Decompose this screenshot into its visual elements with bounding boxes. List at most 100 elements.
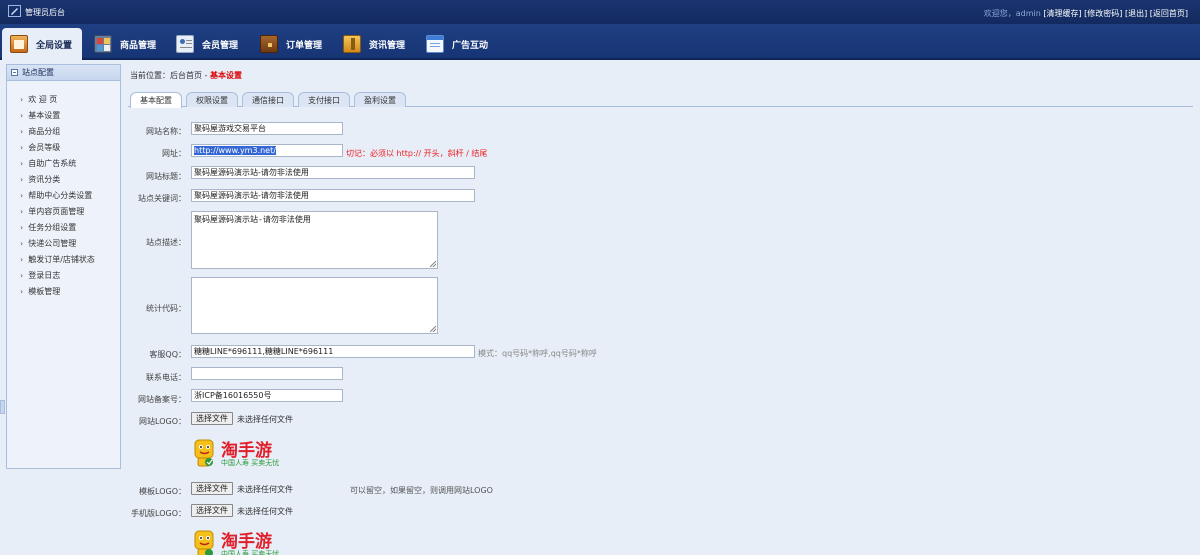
site-name-label: 网站名称： [146,127,186,136]
sidebar-item-order-triggers[interactable]: › 触发订单/店铺状态 [7,251,120,267]
stats-code-textarea[interactable] [191,277,438,334]
sidebar-header[interactable]: 站点配置 [7,65,120,81]
nav-global-settings[interactable]: 全局设置 [2,28,82,60]
breadcrumb-current: 基本设置 [209,71,242,80]
sidebar-toggle[interactable] [0,400,5,414]
sidebar-item-help-categories[interactable]: › 帮助中心分类设置 [7,187,120,203]
url-hint: 切记：必须以 http:// 开头，斜杆 / 结尾 [346,149,488,158]
nav-ads[interactable]: 广告互动 [426,28,488,60]
sidebar-header-label: 站点配置 [22,68,54,77]
news-icon [343,35,361,53]
sidebar-item-single-pages[interactable]: › 单内容页面管理 [7,203,120,219]
member-icon [176,35,194,53]
nav-label: 资讯管理 [369,40,406,51]
sidebar-item-label: 会员等级 [28,142,61,152]
sidebar-item-basic-settings[interactable]: › 基本设置 [7,107,120,123]
sidebar-item-couriers[interactable]: › 快递公司管理 [7,235,120,251]
url-selected-text: http://www.ym3.net/ [194,146,276,155]
chevron-right-icon: › [20,126,24,136]
chevron-right-icon: › [20,190,24,200]
site-logo-label: 网站LOGO： [139,417,186,426]
sidebar-item-label: 登录日志 [28,270,61,280]
sidebar-item-label: 欢 迎 页 [28,94,58,104]
chevron-right-icon: › [20,270,24,280]
tab-payment[interactable]: 支付接口 [298,92,350,107]
breadcrumb: 当前位置：后台首页 - 基本设置 [130,70,242,81]
tab-communication[interactable]: 通信接口 [242,92,294,107]
sidebar-item-member-levels[interactable]: › 会员等级 [7,139,120,155]
site-logo-file-status: 未选择任何文件 [237,415,293,424]
site-title-input[interactable]: 聚码屋源码演示站-请勿非法使用 [191,166,475,179]
url-input[interactable]: http://www.ym3.net/ [191,144,343,157]
keywords-label: 站点关键词： [138,194,186,203]
nav-label: 订单管理 [286,40,323,51]
chevron-right-icon: › [20,158,24,168]
chevron-right-icon: › [20,254,24,264]
qq-input[interactable]: 糖糖LINE*696111,糖糖LINE*696111 [191,345,475,358]
mobile-logo-label: 手机版LOGO： [131,509,186,518]
description-text: 聚码屋源码演示站-请勿非法使用 [194,215,311,224]
sidebar-item-templates[interactable]: › 模板管理 [7,283,120,299]
sidebar-item-goods-groups[interactable]: › 商品分组 [7,123,120,139]
site-title-label: 网站标题： [146,172,186,181]
chevron-right-icon: › [20,142,24,152]
site-logo-file-button[interactable]: 选择文件 [191,412,233,425]
mobile-logo-file-status: 未选择任何文件 [237,507,293,516]
nav-members[interactable]: 会员管理 [176,28,238,60]
change-password-link[interactable]: [修改密码] [1084,9,1122,18]
mascot-icon [194,530,214,555]
settings-tabs: 基本配置 权限设置 通信接口 支付接口 盈利设置 [128,92,1193,108]
collapse-box-icon [11,69,18,76]
qq-hint: 模式：qq号码*称呼,qq号码*称呼 [478,349,597,358]
tab-profit[interactable]: 盈利设置 [354,92,406,107]
tab-permissions[interactable]: 权限设置 [186,92,238,107]
sidebar: 站点配置 › 欢 迎 页 › 基本设置 › 商品分组 › 会员等级 › 自助广告系统 › 资… [6,64,121,469]
home-link[interactable]: [返回首页] [1150,9,1188,18]
sidebar-item-ad-system[interactable]: › 自助广告系统 [7,155,120,171]
top-bar: 管理员后台 欢迎您，admin [清理缓存] [修改密码] [退出] [返回首页… [0,0,1200,24]
sidebar-item-news-categories[interactable]: › 资讯分类 [7,171,120,187]
description-textarea[interactable]: 聚码屋源码演示站-请勿非法使用 [191,211,438,269]
breadcrumb-prefix: 当前位置：后台首页 - [130,71,210,80]
site-name-input[interactable]: 聚码屋游戏交易平台 [191,122,343,135]
logout-link[interactable]: [退出] [1125,9,1147,18]
sidebar-item-label: 模板管理 [28,286,61,296]
nav-orders[interactable]: 订单管理 [260,28,322,60]
sidebar-item-label: 快递公司管理 [28,238,77,248]
chevron-right-icon: › [20,174,24,184]
clear-cache-link[interactable]: [清理缓存] [1043,9,1081,18]
welcome-text: 欢迎您，admin [983,9,1041,18]
phone-input[interactable] [191,367,343,380]
sidebar-item-task-groups[interactable]: › 任务分组设置 [7,219,120,235]
mascot-icon [194,439,214,467]
description-label: 站点描述： [146,238,186,247]
nav-goods[interactable]: 商品管理 [94,28,156,60]
order-icon [260,35,278,53]
goods-icon [94,35,112,53]
template-logo-hint: 可以留空，如果留空，则调用网站LOGO [350,486,493,495]
sidebar-item-login-log[interactable]: › 登录日志 [7,267,120,283]
chevron-right-icon: › [20,286,24,296]
nav-label: 广告互动 [452,40,489,51]
tab-basic-config[interactable]: 基本配置 [130,92,182,108]
site-logo-image: 淘手游 中国人寿 买卖无忧 [193,436,289,470]
nav-label: 全局设置 [36,40,73,51]
settings-icon [10,35,28,53]
template-logo-file-button[interactable]: 选择文件 [191,482,233,495]
keywords-input[interactable]: 聚码屋源码演示站-请勿非法使用 [191,189,475,202]
nav-news[interactable]: 资讯管理 [343,28,405,60]
sidebar-item-welcome[interactable]: › 欢 迎 页 [7,91,120,107]
chevron-right-icon: › [20,110,24,120]
mobile-logo-file-button[interactable]: 选择文件 [191,504,233,517]
icp-input[interactable]: 浙ICP备16016550号 [191,389,343,402]
resize-grip-icon[interactable] [430,326,436,332]
qq-label: 客服QQ： [149,350,186,359]
template-logo-file-status: 未选择任何文件 [237,485,293,494]
pencil-icon [8,5,21,17]
template-logo-label: 模板LOGO： [139,487,186,496]
resize-grip-icon[interactable] [430,261,436,267]
chevron-right-icon: › [20,94,24,104]
sidebar-item-label: 帮助中心分类设置 [28,190,93,200]
sidebar-item-label: 单内容页面管理 [28,206,85,216]
sidebar-item-label: 基本设置 [28,110,61,120]
